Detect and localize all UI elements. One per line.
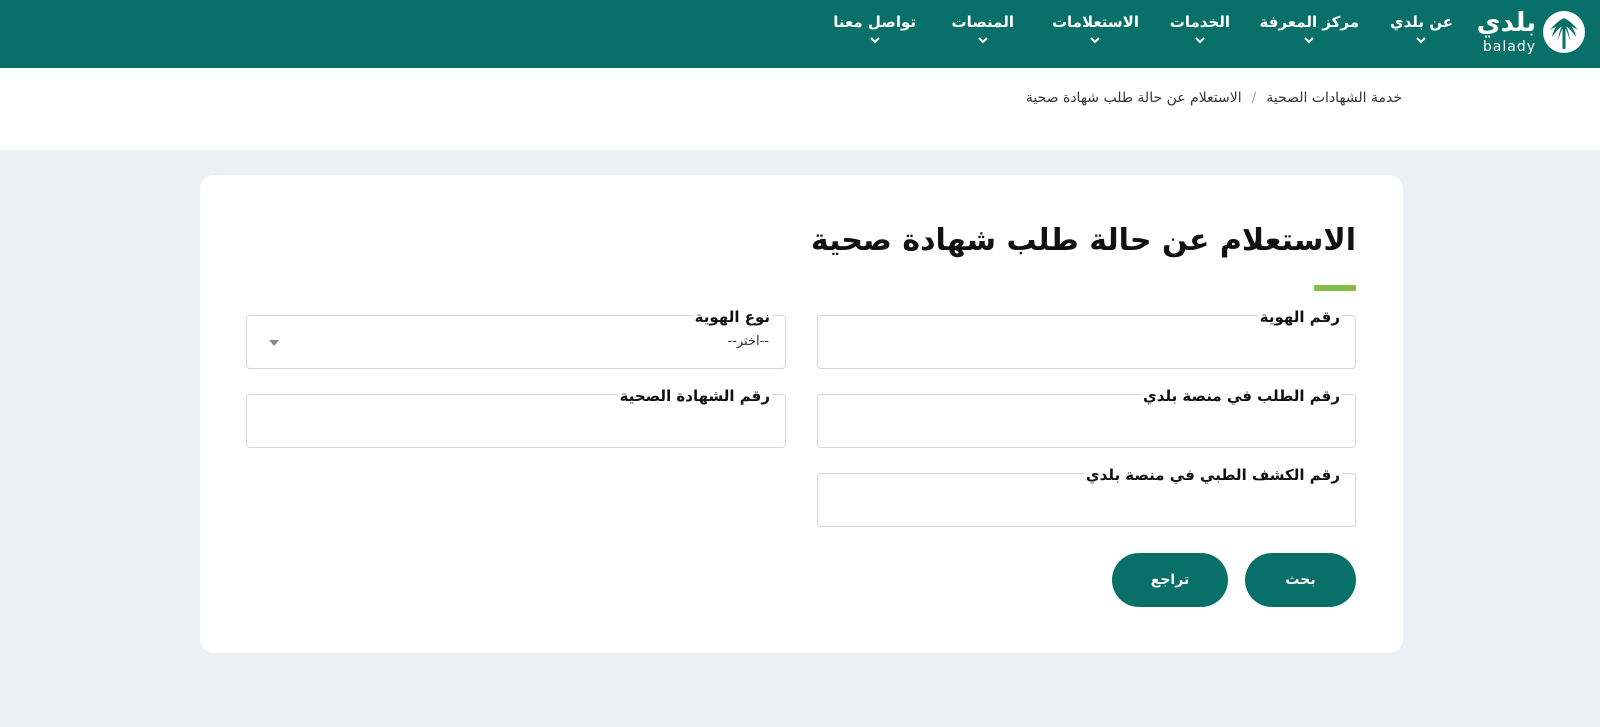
id-type-label: نوع الهوية xyxy=(692,308,772,326)
breadcrumb-separator: / xyxy=(1251,90,1257,106)
search-button[interactable]: بحث xyxy=(1245,553,1356,607)
nav-label: تواصل معنا xyxy=(833,13,916,31)
certificate-number-field: رقم الشهادة الصحية xyxy=(246,387,786,448)
chevron-down-icon xyxy=(869,37,880,44)
chevron-down-icon xyxy=(1304,37,1314,44)
nav-item-about[interactable]: عن بلدي xyxy=(1390,13,1453,44)
nav-item-contact[interactable]: تواصل معنا xyxy=(833,13,916,44)
chevron-down-icon xyxy=(1416,37,1427,44)
palm-emblem-icon xyxy=(1543,11,1585,53)
nav-label: الاستعلامات xyxy=(1051,13,1139,31)
breadcrumb-bar: خدمة الشهادات الصحية / الاستعلام عن حالة ط… xyxy=(0,68,1600,150)
back-button[interactable]: تراجع xyxy=(1112,553,1228,607)
request-number-field: رقم الطلب في منصة بلدي xyxy=(817,387,1356,448)
inquiry-form-card: الاستعلام عن حالة طلب شهادة صحية رقم اله… xyxy=(200,175,1403,653)
breadcrumb-current: الاستعلام عن حالة طلب شهادة صحية xyxy=(1025,90,1242,106)
id-number-field: رقم الهوية xyxy=(817,308,1356,369)
nav-item-services[interactable]: الخدمات xyxy=(1170,13,1230,44)
medical-exam-number-label: رقم الكشف الطبي في منصة بلدي xyxy=(1083,466,1342,484)
nav-label: المنصات xyxy=(951,13,1014,31)
breadcrumb: خدمة الشهادات الصحية / الاستعلام عن حالة ط… xyxy=(1026,90,1402,106)
nav-label: مركز المعرفة xyxy=(1259,13,1359,31)
nav-item-platforms[interactable]: المنصات xyxy=(952,13,1014,44)
caret-down-icon xyxy=(269,340,279,346)
id-type-selected-value: --اختر-- xyxy=(727,334,769,349)
logo-text-arabic: بلدي xyxy=(1476,8,1536,38)
medical-exam-number-field: رقم الكشف الطبي في منصة بلدي xyxy=(817,466,1356,527)
top-navbar: بلدي balady عن بلدي مركز المعرفة الخدمات… xyxy=(0,0,1600,68)
certificate-number-label: رقم الشهادة الصحية xyxy=(617,387,772,405)
chevron-down-icon xyxy=(1195,37,1205,44)
page-title: الاستعلام عن حالة طلب شهادة صحية xyxy=(810,223,1356,258)
nav-item-inquiries[interactable]: الاستعلامات xyxy=(1052,13,1139,44)
balady-logo[interactable]: بلدي balady xyxy=(1477,8,1586,58)
nav-item-knowledge-center[interactable]: مركز المعرفة xyxy=(1260,13,1359,44)
logo-text-latin: balady xyxy=(1482,39,1536,55)
nav-label: عن بلدي xyxy=(1389,13,1453,31)
chevron-down-icon xyxy=(1090,37,1101,44)
title-accent-bar xyxy=(1314,285,1356,291)
request-number-label: رقم الطلب في منصة بلدي xyxy=(1141,387,1342,405)
chevron-down-icon xyxy=(978,37,988,44)
breadcrumb-link-health-certificates[interactable]: خدمة الشهادات الصحية xyxy=(1266,90,1402,106)
id-type-select[interactable]: نوع الهوية --اختر-- xyxy=(246,308,786,369)
id-number-label: رقم الهوية xyxy=(1257,308,1342,326)
nav-label: الخدمات xyxy=(1169,13,1230,31)
